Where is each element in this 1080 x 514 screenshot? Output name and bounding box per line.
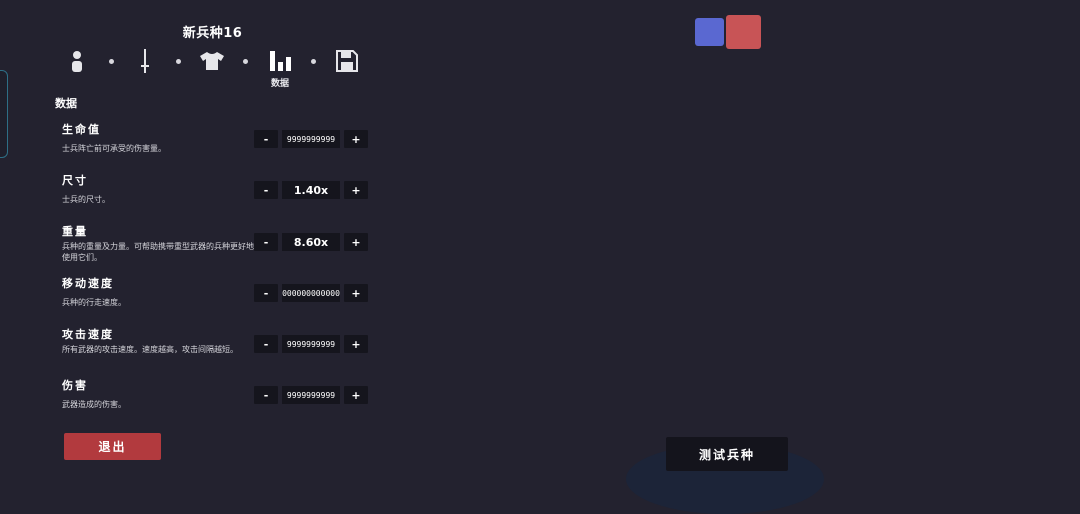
stat-name: 攻击速度: [62, 328, 114, 341]
stat-description: 所有武器的攻击速度。速度越高，攻击间隔越短。: [62, 345, 238, 354]
decrease-button[interactable]: -: [254, 181, 278, 199]
stat-value-field[interactable]: 8.60x: [282, 233, 340, 251]
stat-value-field[interactable]: 9999999999: [282, 386, 340, 404]
stat-value-field[interactable]: 9999999999: [282, 335, 340, 353]
stat-description: 士兵的尺寸。: [62, 195, 110, 204]
step-separator: [311, 59, 316, 64]
save-icon: [336, 50, 358, 72]
increase-button[interactable]: +: [344, 130, 368, 148]
sword-icon: [141, 49, 149, 73]
step-appearance[interactable]: [62, 46, 92, 76]
shirt-icon: [200, 52, 224, 70]
stats-icon: [270, 51, 291, 71]
decrease-button[interactable]: -: [254, 386, 278, 404]
stat-row-weight: 重量 兵种的重量及力量。可帮助携带重型武器的兵种更好地使用它们。 - 8.60x…: [0, 223, 430, 271]
decrease-button[interactable]: -: [254, 130, 278, 148]
increase-button[interactable]: +: [344, 233, 368, 251]
increase-button[interactable]: +: [344, 386, 368, 404]
stat-row-health: 生命值 士兵阵亡前可承受的伤害量。 - 9999999999 +: [0, 121, 430, 169]
stat-description: 武器造成的伤害。: [62, 400, 126, 409]
increase-button[interactable]: +: [344, 284, 368, 302]
stat-description: 士兵阵亡前可承受的伤害量。: [62, 144, 166, 153]
stat-name: 伤害: [62, 379, 88, 392]
stat-name: 重量: [62, 225, 88, 238]
stat-name: 移动速度: [62, 277, 114, 290]
step-weapons[interactable]: [130, 46, 160, 76]
stat-name: 生命值: [62, 123, 101, 136]
stat-row-damage: 伤害 武器造成的伤害。 - 9999999999 +: [0, 377, 430, 425]
decrease-button[interactable]: -: [254, 284, 278, 302]
stat-row-move-speed: 移动速度 兵种的行走速度。 - 000000000000 +: [0, 275, 430, 323]
stat-row-attack-speed: 攻击速度 所有武器的攻击速度。速度越高，攻击间隔越短。 - 9999999999…: [0, 326, 430, 374]
step-clothing[interactable]: [197, 46, 227, 76]
team-red-button[interactable]: [726, 15, 761, 49]
section-title: 数据: [55, 97, 77, 110]
team-blue-button[interactable]: [695, 18, 724, 46]
exit-button[interactable]: 退出: [64, 433, 161, 460]
step-separator: [243, 59, 248, 64]
stat-value-field[interactable]: 1.40x: [282, 181, 340, 199]
stat-value-field[interactable]: 9999999999: [282, 130, 340, 148]
stat-row-size: 尺寸 士兵的尺寸。 - 1.40x +: [0, 172, 430, 220]
stat-name: 尺寸: [62, 174, 88, 187]
person-icon: [72, 51, 82, 72]
decrease-button[interactable]: -: [254, 233, 278, 251]
step-stats-label: 数据: [270, 79, 289, 89]
step-save[interactable]: [332, 46, 362, 76]
increase-button[interactable]: +: [344, 181, 368, 199]
increase-button[interactable]: +: [344, 335, 368, 353]
stat-description: 兵种的重量及力量。可帮助携带重型武器的兵种更好地使用它们。: [62, 242, 254, 262]
step-separator: [176, 59, 181, 64]
stat-value-field[interactable]: 000000000000: [282, 284, 340, 302]
stat-description: 兵种的行走速度。: [62, 298, 126, 307]
decrease-button[interactable]: -: [254, 335, 278, 353]
step-separator: [109, 59, 114, 64]
test-unit-button[interactable]: 测试兵种: [666, 437, 788, 471]
unit-title: 新兵种16: [182, 26, 243, 41]
step-stats[interactable]: [265, 46, 295, 76]
